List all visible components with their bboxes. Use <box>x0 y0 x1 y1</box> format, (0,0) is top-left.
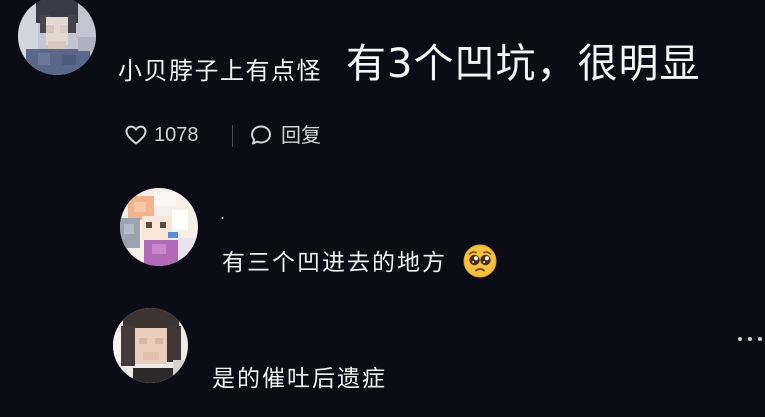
speech-bubble-icon <box>251 125 271 145</box>
reply-text: 有三个凹进去的地方 <box>222 250 447 276</box>
overlay-caption: 有3个凹坑，很明显 <box>346 41 701 87</box>
reply-avatar[interactable] <box>113 308 188 383</box>
comment-text: 小贝脖子上有点怪 <box>118 57 322 85</box>
action-divider <box>232 125 233 147</box>
dot <box>758 337 762 341</box>
dot <box>748 337 752 341</box>
commenter-avatar[interactable] <box>18 0 96 75</box>
reply-username: . <box>220 204 226 223</box>
like-button[interactable]: 1078 <box>124 122 199 148</box>
more-options-icon[interactable] <box>738 335 762 343</box>
reply-button[interactable]: 回复 <box>249 122 321 148</box>
pleading-face-emoji-icon <box>463 244 497 278</box>
dot <box>738 337 742 341</box>
reply-text: 是的催吐后遗症 <box>212 366 387 392</box>
heart-outline-icon <box>125 125 147 145</box>
like-count: 1078 <box>154 124 199 146</box>
reply-label: 回复 <box>281 123 321 147</box>
reply-avatar[interactable] <box>120 188 198 266</box>
